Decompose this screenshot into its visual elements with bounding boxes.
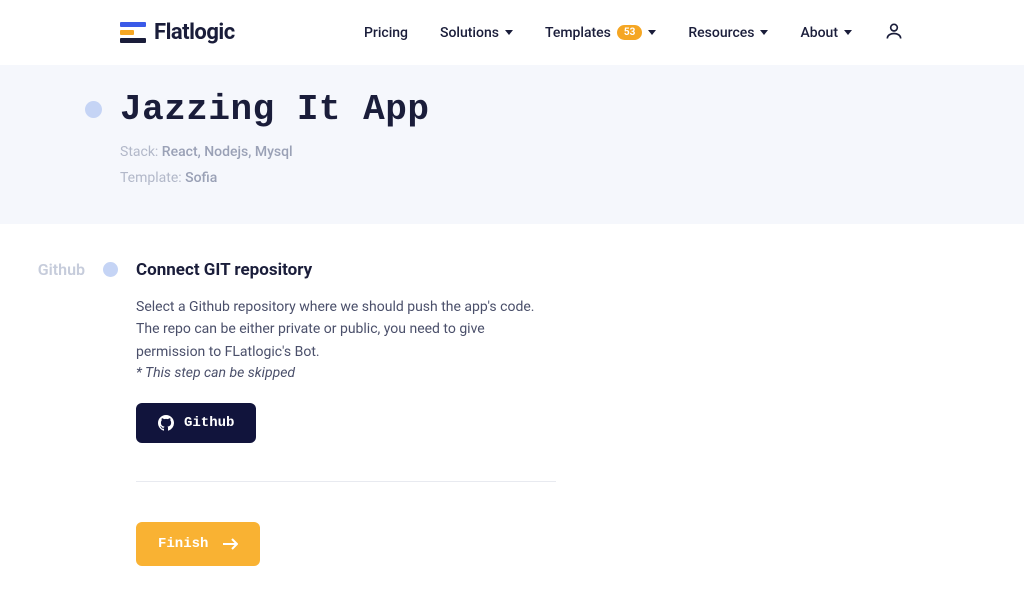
templates-count-badge: 53 [617,25,642,40]
step-description: Select a Github repository where we shou… [136,296,556,363]
nav-about-label: About [800,25,838,41]
divider [136,481,556,482]
status-dot [85,101,102,118]
stack-row: Stack: React, Nodejs, Mysql [120,144,904,160]
step-side-label: Github [30,260,85,279]
arrow-right-icon [222,538,238,550]
template-row: Template: Sofia [120,170,904,186]
brand-name: Flatlogic [154,20,235,45]
nav-solutions-label: Solutions [440,25,499,41]
github-icon [158,415,174,431]
chevron-down-icon [505,30,513,35]
chevron-down-icon [760,30,768,35]
template-value: Sofia [185,170,217,186]
brand-logo[interactable]: Flatlogic [120,20,235,45]
nav-pricing-label: Pricing [364,25,408,41]
step-content: Github Connect GIT repository Select a G… [0,224,1024,602]
github-button-label: Github [184,415,234,431]
site-header: Flatlogic Pricing Solutions Templates 53… [0,0,1024,65]
project-hero: Jazzing It App Stack: React, Nodejs, Mys… [0,65,1024,224]
main-nav: Pricing Solutions Templates 53 Resources… [364,21,904,45]
chevron-down-icon [844,30,852,35]
nav-pricing[interactable]: Pricing [364,25,408,41]
step-skip-note: * This step can be skipped [136,365,556,381]
nav-about[interactable]: About [800,25,852,41]
user-menu[interactable] [884,21,904,45]
nav-templates-label: Templates [545,25,611,41]
stack-label: Stack: [120,144,162,160]
project-title: Jazzing It App [120,89,429,130]
finish-button[interactable]: Finish [136,522,260,566]
step-indicator-dot [103,262,118,277]
user-icon [884,21,904,41]
step-title: Connect GIT repository [136,260,556,280]
nav-solutions[interactable]: Solutions [440,25,513,41]
template-label: Template: [120,170,185,186]
nav-resources[interactable]: Resources [688,25,768,41]
nav-templates[interactable]: Templates 53 [545,25,656,41]
chevron-down-icon [648,30,656,35]
github-connect-button[interactable]: Github [136,403,256,443]
stack-value: React, Nodejs, Mysql [162,144,293,160]
nav-resources-label: Resources [688,25,754,41]
finish-button-label: Finish [158,536,208,552]
flatlogic-logo-icon [120,22,146,44]
